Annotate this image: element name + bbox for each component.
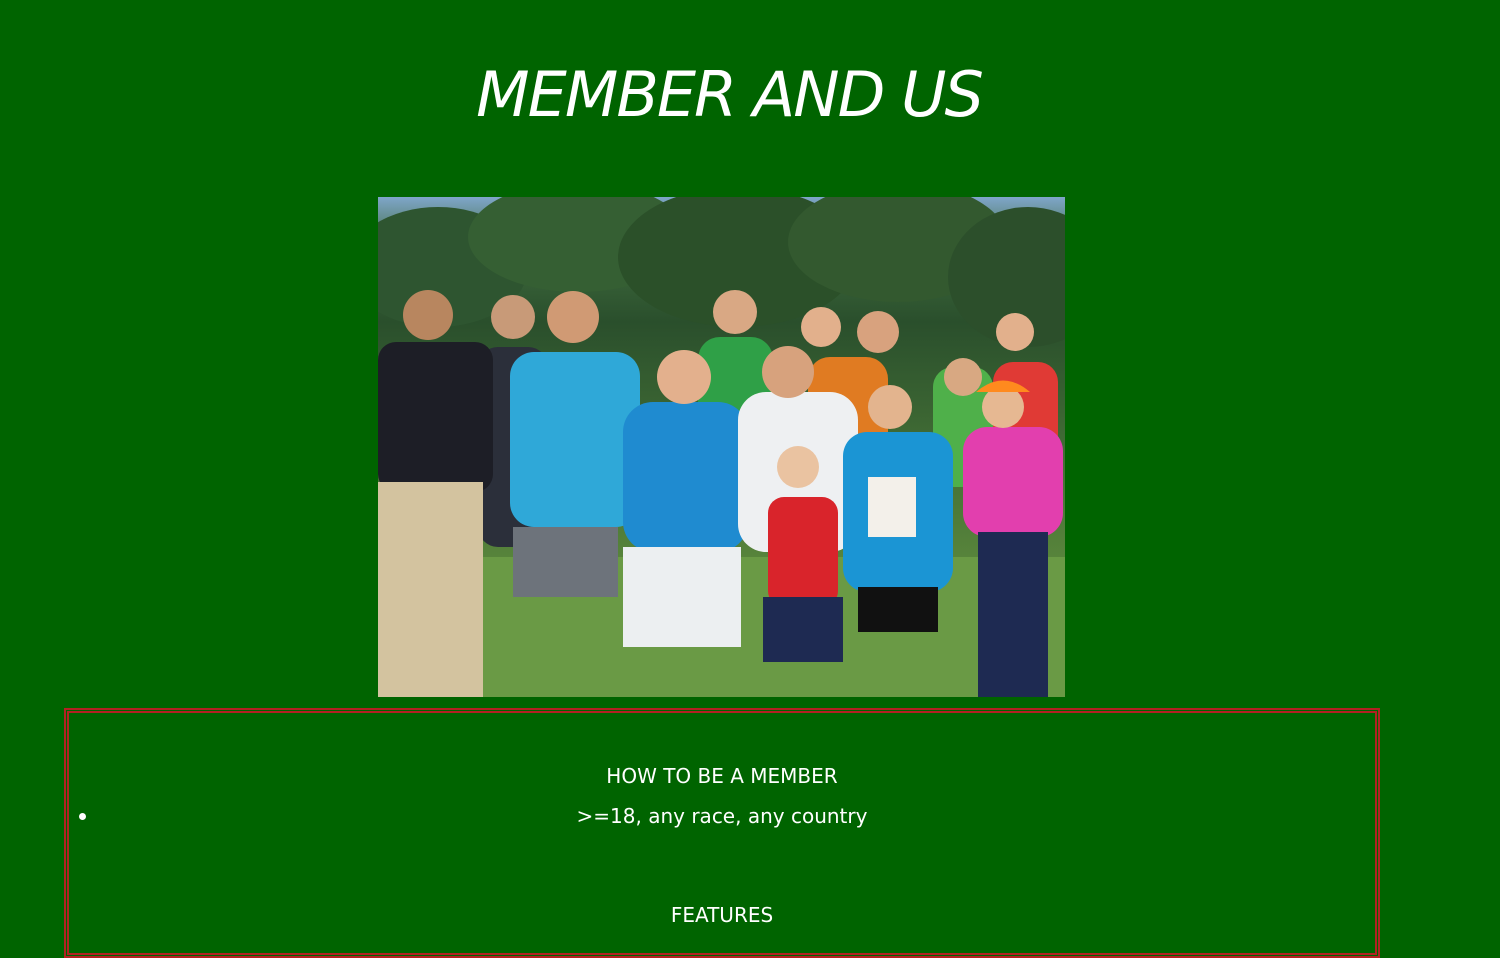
membership-heading: HOW TO BE A MEMBER (606, 764, 838, 788)
list-item: >=18, any race, any country (69, 803, 1375, 829)
features-heading: FEATURES (670, 903, 774, 927)
group-photo-illustration (378, 197, 1065, 697)
requirement-text: >=18, any race, any country (576, 804, 868, 828)
group-photo-image (378, 197, 1065, 697)
page-title: MEMBER AND US (476, 58, 984, 131)
bullet-icon (79, 813, 86, 820)
membership-requirements-list: >=18, any race, any country (69, 803, 1375, 829)
